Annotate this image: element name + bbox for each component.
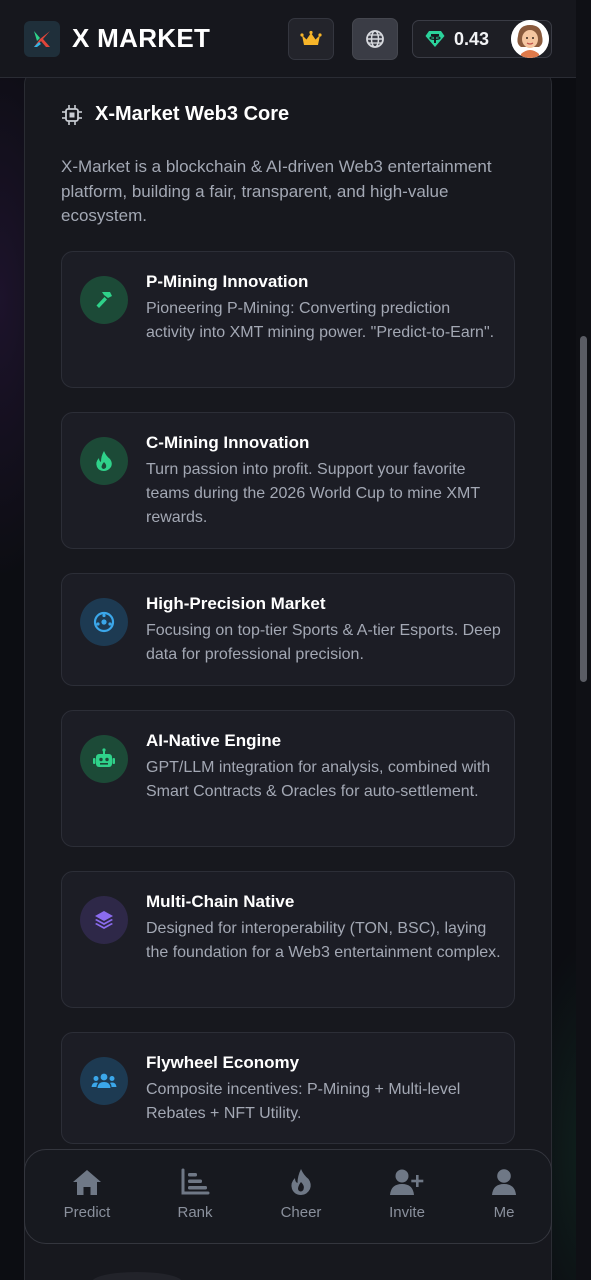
feature-title: High-Precision Market [146, 594, 326, 613]
bottom-navigation: Predict Rank Cheer Invite Me [24, 1149, 552, 1244]
crown-icon [300, 30, 322, 45]
user-icon [492, 1169, 516, 1195]
nav-label: Invite [389, 1204, 425, 1221]
chip-icon [62, 104, 82, 125]
users-icon [80, 1057, 128, 1105]
feature-title: AI-Native Engine [146, 731, 282, 750]
feature-card-high-precision[interactable]: High-Precision Market Focusing on top-ti… [61, 573, 515, 686]
section-description: X-Market is a blockchain & AI-driven Web… [61, 157, 492, 225]
hammer-icon [80, 276, 128, 324]
fire-icon [291, 1169, 311, 1195]
feature-title: Multi-Chain Native [146, 892, 295, 911]
feature-description: GPT/LLM integration for analysis, combin… [146, 759, 491, 800]
nav-predict[interactable]: Predict [47, 1150, 127, 1245]
feature-card-p-mining[interactable]: P-Mining Innovation Pioneering P-Mining:… [61, 251, 515, 388]
fire-icon [80, 437, 128, 485]
bar-chart-icon [181, 1168, 210, 1195]
wallet-balance[interactable]: 0.43 [412, 20, 552, 58]
feature-title: P-Mining Innovation [146, 272, 309, 291]
scrollbar-thumb[interactable] [580, 336, 587, 682]
balance-value: 0.43 [454, 28, 490, 49]
user-plus-icon [390, 1169, 424, 1195]
feature-description: Focusing on top-tier Sports & A-tier Esp… [146, 622, 501, 663]
language-button[interactable] [352, 18, 398, 60]
tether-icon [425, 31, 445, 47]
feature-description: Designed for interoperability (TON, BSC)… [146, 920, 501, 961]
section-header: X-Market Web3 Core [61, 103, 289, 126]
soccer-ball-icon [80, 598, 128, 646]
feature-description: Turn passion into profit. Support your f… [146, 461, 480, 526]
top-header: X MARKET 0.43 [0, 0, 576, 78]
avatar[interactable] [511, 20, 549, 58]
section-title: X-Market Web3 Core [95, 103, 290, 125]
nav-me[interactable]: Me [464, 1150, 544, 1245]
feature-description: Composite incentives: P-Mining + Multi-l… [146, 1081, 461, 1122]
x-logo-icon[interactable] [24, 20, 60, 57]
nav-cheer[interactable]: Cheer [261, 1150, 341, 1245]
feature-title: Flywheel Economy [146, 1053, 300, 1072]
nav-label: Me [493, 1204, 515, 1221]
nav-label: Predict [63, 1204, 111, 1221]
feature-title: C-Mining Innovation [146, 433, 310, 452]
robot-icon [80, 735, 128, 783]
feature-card-multi-chain[interactable]: Multi-Chain Native Designed for interope… [61, 871, 515, 1008]
nav-rank[interactable]: Rank [155, 1150, 235, 1245]
nav-label: Rank [177, 1204, 213, 1221]
feature-card-flywheel[interactable]: Flywheel Economy Composite incentives: P… [61, 1032, 515, 1144]
nav-invite[interactable]: Invite [367, 1150, 447, 1245]
web3-core-panel: X-Market Web3 Core X-Market is a blockch… [24, 70, 552, 1280]
home-icon [73, 1170, 101, 1195]
layers-icon [80, 896, 128, 944]
vip-crown-button[interactable] [288, 18, 334, 60]
feature-card-c-mining[interactable]: C-Mining Innovation Turn passion into pr… [61, 412, 515, 549]
feature-card-ai-engine[interactable]: AI-Native Engine GPT/LLM integration for… [61, 710, 515, 847]
brand-name[interactable]: X MARKET [72, 23, 210, 54]
globe-icon [366, 30, 384, 48]
nav-label: Cheer [280, 1204, 322, 1221]
feature-description: Pioneering P-Mining: Converting predicti… [146, 300, 495, 341]
